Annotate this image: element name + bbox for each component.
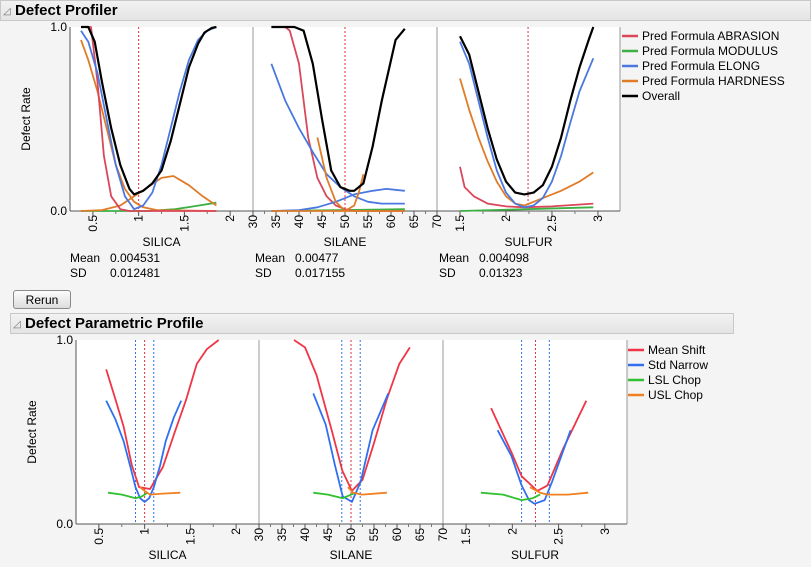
mean-value: 0.00477 bbox=[295, 251, 339, 265]
x-tick-label: 2 bbox=[229, 528, 243, 535]
legend-item[interactable]: USL Chop bbox=[628, 388, 703, 402]
x-tick-label: 2.5 bbox=[552, 528, 566, 545]
legend: Mean ShiftStd NarrowLSL ChopUSL Chop bbox=[628, 343, 708, 402]
x-axis-label: SULFUR bbox=[504, 235, 552, 249]
x-tick-label: 30 bbox=[252, 528, 266, 542]
legend-item[interactable]: LSL Chop bbox=[628, 373, 701, 387]
legend-label: Pred Formula HARDNESS bbox=[642, 74, 785, 88]
legend-item[interactable]: Pred Formula ELONG bbox=[622, 59, 760, 73]
sd-value: 0.01323 bbox=[479, 266, 523, 280]
x-axis-label: SILANE bbox=[324, 235, 367, 249]
legend-label: Pred Formula MODULUS bbox=[642, 44, 778, 58]
x-tick-label: 50 bbox=[338, 215, 352, 229]
x-tick-label: 2 bbox=[505, 528, 519, 535]
x-tick-label: 30 bbox=[246, 215, 260, 229]
sd-label: SD bbox=[255, 266, 272, 280]
x-tick-label: 1.5 bbox=[459, 528, 473, 545]
sd-value: 0.012481 bbox=[110, 266, 160, 280]
x-tick-label: 35 bbox=[269, 215, 283, 229]
legend-item[interactable]: Overall bbox=[622, 89, 680, 103]
legend-label: Overall bbox=[642, 89, 680, 103]
x-tick-label: 1 bbox=[138, 528, 152, 535]
y-tick-label: 1.0 bbox=[50, 20, 67, 34]
legend-item[interactable]: Pred Formula MODULUS bbox=[622, 44, 778, 58]
x-axis-label: SILICA bbox=[142, 235, 180, 249]
defect-profiler-chart: 0.01.0Defect Rate0.5 1 1.5 2SILICAMeanSD0.0… bbox=[19, 20, 785, 280]
x-tick-label: 3 bbox=[591, 215, 605, 222]
x-tick-label: 3 bbox=[598, 528, 612, 535]
legend: Pred Formula ABRASIONPred Formula MODULU… bbox=[622, 29, 785, 103]
x-tick-label: 50 bbox=[344, 528, 358, 542]
legend-label: USL Chop bbox=[648, 388, 703, 402]
x-tick-label: 45 bbox=[321, 528, 335, 542]
x-tick-label: 2.5 bbox=[545, 215, 559, 232]
x-tick-label: 45 bbox=[315, 215, 329, 229]
legend-label: Mean Shift bbox=[648, 343, 706, 357]
x-tick-label: 35 bbox=[275, 528, 289, 542]
x-tick-label: 60 bbox=[384, 215, 398, 229]
legend-item[interactable]: Pred Formula ABRASION bbox=[622, 29, 779, 43]
x-tick-label: 2 bbox=[223, 215, 237, 222]
jmp-report-window: ◿ Defect Profiler ◿ Defect Parametric Pr… bbox=[0, 0, 811, 567]
x-tick-label: 1.5 bbox=[453, 215, 467, 232]
x-axis-label: SULFUR bbox=[511, 548, 559, 562]
x-tick-label: 60 bbox=[390, 528, 404, 542]
legend-item[interactable]: Mean Shift bbox=[628, 343, 706, 357]
legend-item[interactable]: Std Narrow bbox=[628, 358, 708, 372]
sd-label: SD bbox=[70, 266, 87, 280]
y-tick-label: 0.0 bbox=[50, 204, 67, 218]
x-tick-label: 65 bbox=[407, 215, 421, 229]
x-tick-label: 70 bbox=[430, 215, 444, 229]
defect-parametric-chart: 0.0 1.0 Defect Rate 0.5 1 1.5 2 SILICA 30 35 40 45 5… bbox=[25, 333, 708, 562]
x-tick-label: 65 bbox=[413, 528, 427, 542]
x-axis-label: SILANE bbox=[330, 548, 373, 562]
mean-label: Mean bbox=[70, 251, 100, 265]
profiler-plots: 0.01.0Defect Rate0.5 1 1.5 2SILICAMeanSD0.0… bbox=[19, 20, 785, 562]
x-tick-label: 0.5 bbox=[86, 215, 100, 232]
x-axis-label: SILICA bbox=[148, 548, 186, 562]
x-tick-label: 1.5 bbox=[183, 528, 197, 545]
x-tick-label: 1 bbox=[132, 215, 146, 222]
y-axis-label: Defect Rate bbox=[19, 87, 33, 151]
legend-label: LSL Chop bbox=[648, 373, 701, 387]
x-tick-label: 55 bbox=[361, 215, 375, 229]
sd-label: SD bbox=[439, 266, 456, 280]
x-tick-label: 40 bbox=[292, 215, 306, 229]
legend-label: Pred Formula ELONG bbox=[642, 59, 760, 73]
rerun-button[interactable]: Rerun bbox=[13, 290, 71, 309]
mean-value: 0.004098 bbox=[479, 251, 529, 265]
x-tick-label: 0.5 bbox=[92, 528, 106, 545]
y-tick-label: 1.0 bbox=[56, 333, 73, 347]
y-tick-label: 0.0 bbox=[56, 517, 73, 531]
x-tick-label: 1.5 bbox=[177, 215, 191, 232]
x-tick-label: 2 bbox=[499, 215, 513, 222]
x-tick-label: 55 bbox=[367, 528, 381, 542]
legend-label: Pred Formula ABRASION bbox=[642, 29, 779, 43]
mean-label: Mean bbox=[439, 251, 469, 265]
x-tick-label: 70 bbox=[436, 528, 450, 542]
y-axis-label: Defect Rate bbox=[25, 400, 39, 464]
mean-label: Mean bbox=[255, 251, 285, 265]
mean-value: 0.004531 bbox=[110, 251, 160, 265]
legend-item[interactable]: Pred Formula HARDNESS bbox=[622, 74, 785, 88]
sd-value: 0.017155 bbox=[295, 266, 345, 280]
x-tick-label: 40 bbox=[298, 528, 312, 542]
legend-label: Std Narrow bbox=[648, 358, 708, 372]
